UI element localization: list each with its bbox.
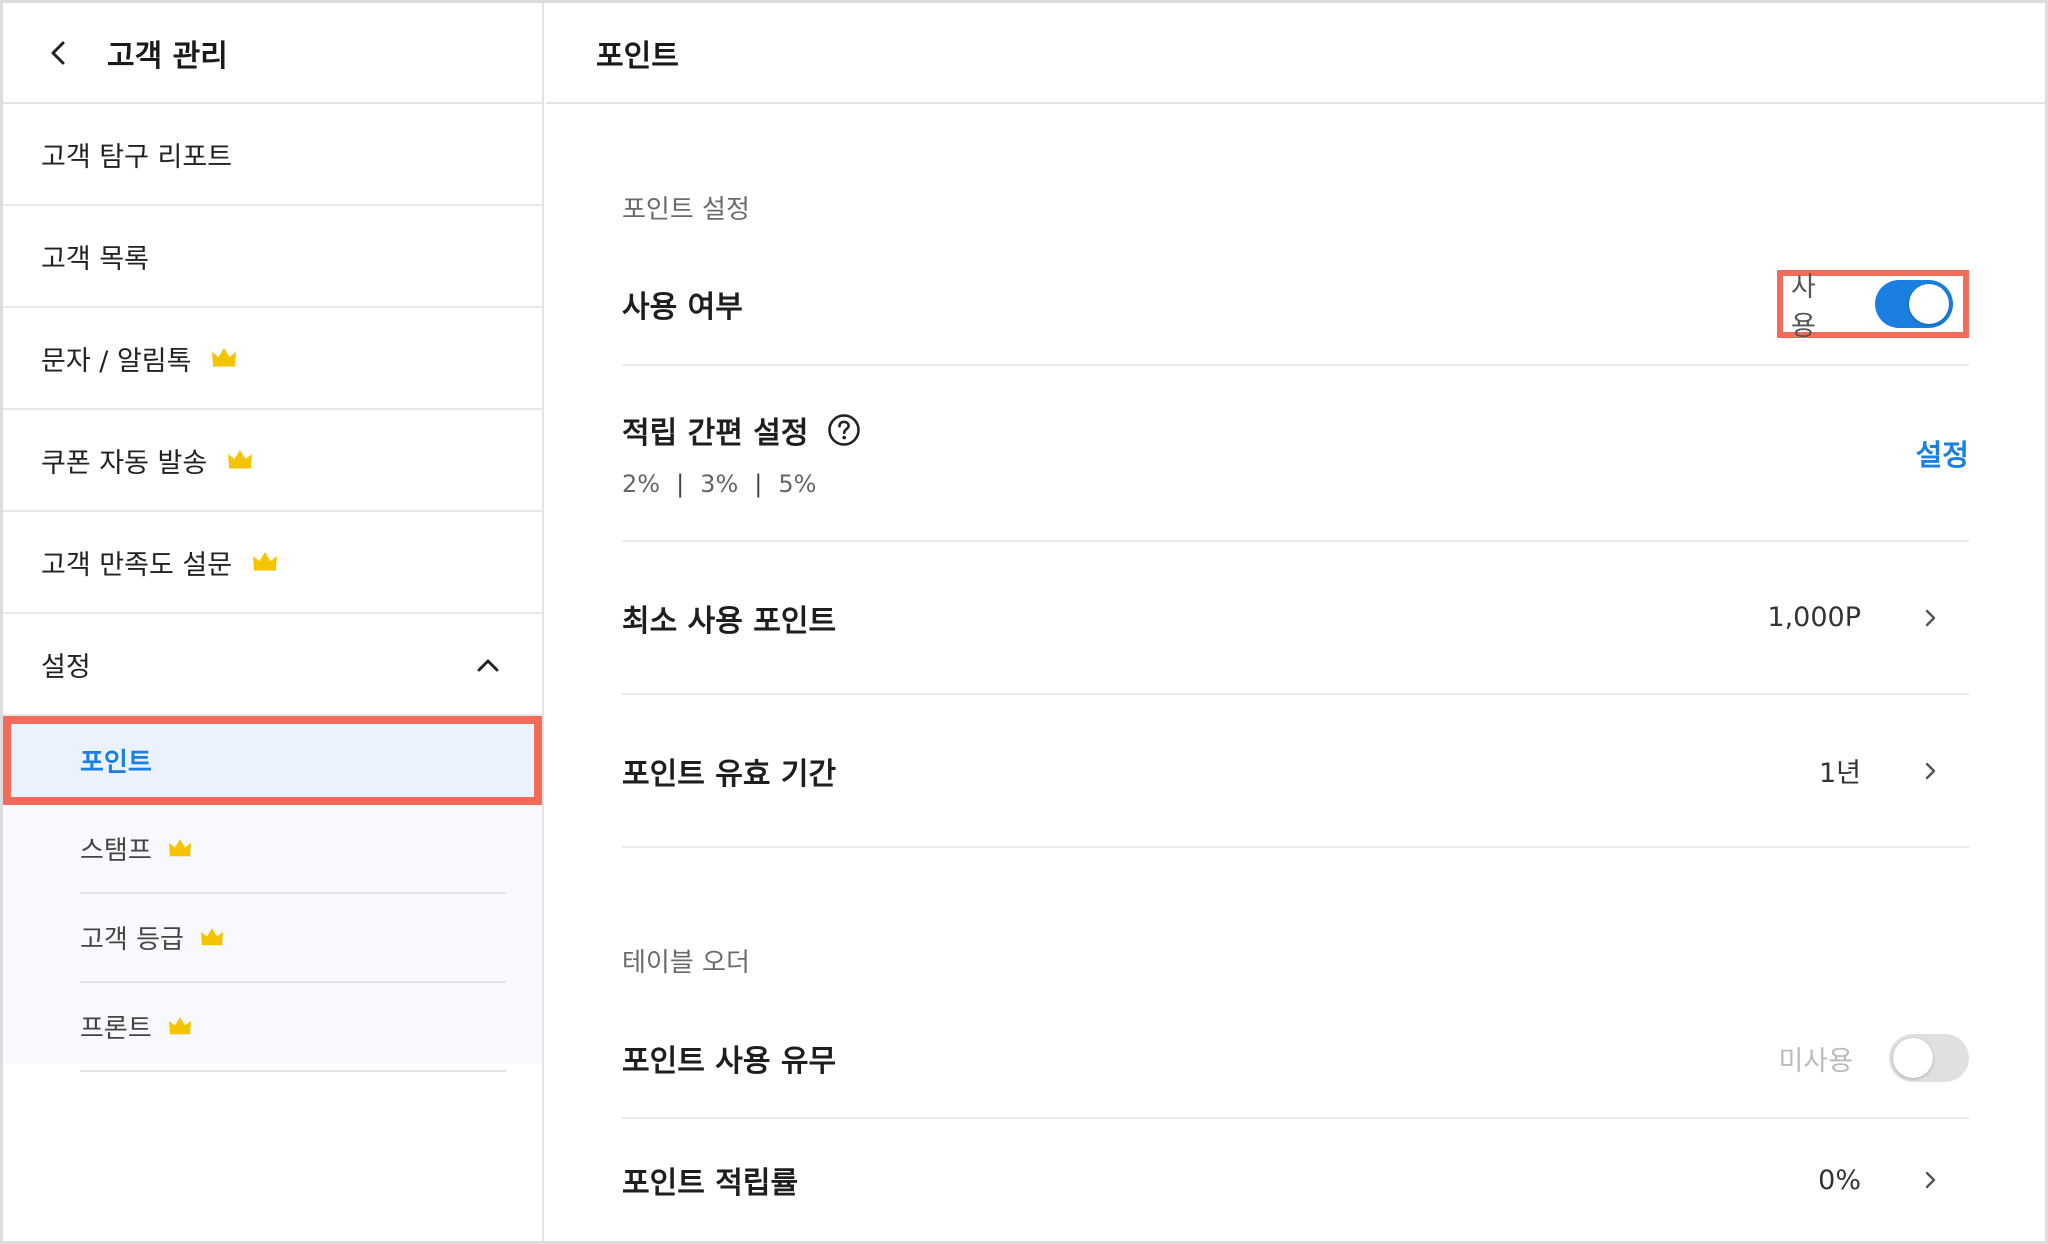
rate-separator: | <box>676 470 685 498</box>
sidebar-subitem-label: 고객 등급 <box>80 925 184 955</box>
sidebar-item-coupon-auto[interactable]: 쿠폰 자동 발송 <box>3 410 542 512</box>
sidebar-subitem-stamp[interactable]: 스탬프 <box>80 805 506 894</box>
chevron-right-icon <box>1921 608 1941 628</box>
help-icon[interactable] <box>827 413 861 447</box>
usage-state-text: 사용 <box>1791 272 1816 342</box>
back-chevron-icon[interactable] <box>43 38 73 68</box>
sidebar-subitem-customer-grade[interactable]: 고객 등급 <box>80 894 506 983</box>
table-point-usage-toggle-group: 미사용 <box>1768 1024 1969 1092</box>
sidebar-title: 고객 관리 <box>107 38 228 74</box>
table-point-usage-label: 포인트 사용 유무 <box>622 1044 837 1079</box>
usage-toggle[interactable] <box>1875 280 1953 328</box>
table-point-usage-state-text: 미사용 <box>1778 1045 1853 1077</box>
section-title-point-settings: 포인트 설정 <box>622 195 750 225</box>
main-panel: 포인트 포인트 설정 사용 여부 사용 적립 간편 설정 2% | 3% | 5… <box>546 3 2045 1241</box>
rate-separator: | <box>754 470 763 498</box>
chevron-right-icon <box>1921 1170 1941 1190</box>
sidebar: 고객 관리 고객 탐구 리포트 고객 목록 문자 / 알림톡 쿠폰 자동 발송 … <box>3 3 544 1241</box>
sidebar-subitem-label: 프론트 <box>80 1014 152 1044</box>
sidebar-item-label: 고객 탐구 리포트 <box>41 141 233 173</box>
sidebar-item-settings[interactable]: 설정 <box>3 614 542 716</box>
sidebar-item-label: 고객 목록 <box>41 243 149 275</box>
row-table-point-usage: 포인트 사용 유무 미사용 <box>622 999 1969 1119</box>
quick-accrual-info: 적립 간편 설정 2% | 3% | 5% <box>622 408 861 498</box>
sidebar-item-label: 고객 만족도 설문 <box>41 549 233 581</box>
sidebar-subitem-label: 포인트 <box>80 748 152 778</box>
rate-value: 2% <box>622 470 661 498</box>
page-title: 포인트 <box>546 3 2045 104</box>
usage-label: 사용 여부 <box>622 290 743 325</box>
toggle-knob <box>1909 284 1949 324</box>
chevron-right-icon <box>1921 761 1941 781</box>
table-point-usage-toggle[interactable] <box>1889 1034 1969 1082</box>
crown-icon <box>252 547 278 578</box>
sidebar-subitem-point[interactable]: 포인트 <box>3 716 542 805</box>
crown-icon <box>211 343 237 374</box>
crown-icon <box>168 834 192 864</box>
sidebar-item-label: 문자 / 알림톡 <box>41 345 192 377</box>
sidebar-subitem-front[interactable]: 프론트 <box>80 983 506 1072</box>
row-validity[interactable]: 포인트 유효 기간 1년 <box>622 695 1969 848</box>
sidebar-item-label: 설정 <box>41 651 91 683</box>
validity-label: 포인트 유효 기간 <box>622 756 837 792</box>
sidebar-item-label: 쿠폰 자동 발송 <box>41 447 208 479</box>
toggle-knob <box>1893 1038 1933 1078</box>
quick-accrual-label: 적립 간편 설정 <box>622 416 809 451</box>
sidebar-subitem-label: 스탬프 <box>80 836 152 866</box>
row-quick-accrual: 적립 간편 설정 2% | 3% | 5% 설정 <box>622 366 1969 542</box>
sidebar-item-customer-list[interactable]: 고객 목록 <box>3 206 542 308</box>
crown-icon <box>168 1012 192 1042</box>
crown-icon <box>200 923 224 953</box>
accrual-rates: 2% | 3% | 5% <box>622 470 861 498</box>
section-title-table-order: 테이블 오더 <box>622 948 750 978</box>
settings-submenu: 포인트 스탬프 고객 등급 프론트 <box>3 716 542 1072</box>
sidebar-header: 고객 관리 <box>3 3 542 104</box>
usage-toggle-group: 사용 <box>1777 270 1969 342</box>
sidebar-item-customer-report[interactable]: 고객 탐구 리포트 <box>3 104 542 206</box>
rate-value: 5% <box>778 470 817 498</box>
accrual-rate-label: 포인트 적립률 <box>622 1166 799 1201</box>
row-usage: 사용 여부 사용 <box>622 244 1969 366</box>
validity-value: 1년 <box>1818 758 1861 789</box>
accrual-rate-value: 0% <box>1818 1164 1861 1196</box>
chevron-up-icon <box>476 649 500 680</box>
min-usage-label: 최소 사용 포인트 <box>622 603 837 639</box>
row-min-usage[interactable]: 최소 사용 포인트 1,000P <box>622 542 1969 695</box>
min-usage-value: 1,000P <box>1767 602 1861 633</box>
crown-icon <box>227 445 253 476</box>
row-accrual-rate[interactable]: 포인트 적립률 0% <box>622 1119 1969 1241</box>
sidebar-item-satisfaction-survey[interactable]: 고객 만족도 설문 <box>3 512 542 614</box>
rate-value: 3% <box>700 470 739 498</box>
sidebar-item-sms-alimtalk[interactable]: 문자 / 알림톡 <box>3 308 542 410</box>
quick-accrual-settings-button[interactable]: 설정 <box>1916 432 1969 474</box>
